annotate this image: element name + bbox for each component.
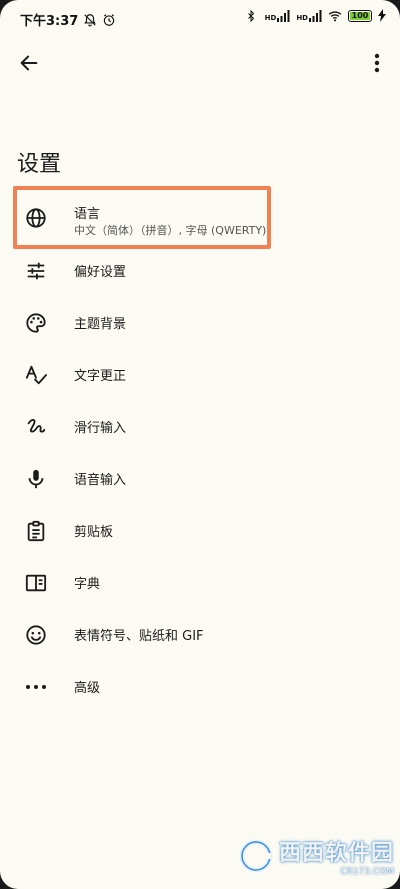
emoji-icon — [24, 623, 48, 647]
alarm-icon — [102, 13, 116, 27]
settings-item-dictionary[interactable]: 字典 — [0, 557, 400, 609]
settings-item-glide-typing[interactable]: 滑行输入 — [0, 401, 400, 453]
back-button[interactable] — [14, 48, 44, 78]
settings-screen: 下午3:37 HD HD 100 设置 语言 中文（简体）（拼音）, 字母 (Q… — [0, 0, 400, 889]
watermark-subtext: CR173.COM — [340, 867, 394, 877]
page-title: 设置 — [17, 152, 62, 177]
clock: 下午3:37 — [20, 14, 79, 29]
settings-item-emoji[interactable]: 表情符号、贴纸和 GIF — [0, 609, 400, 661]
battery-text: 100 — [351, 11, 369, 20]
arrow-back-icon — [20, 55, 38, 71]
watermark-logo-icon — [239, 839, 273, 873]
settings-item-label: 语音输入 — [74, 473, 127, 488]
settings-item-voice-input[interactable]: 语音输入 — [0, 453, 400, 505]
microphone-icon — [24, 467, 48, 491]
settings-item-label: 语言 — [74, 207, 101, 222]
settings-item-advanced[interactable]: 高级 — [0, 661, 400, 713]
settings-item-label: 文字更正 — [74, 369, 127, 384]
settings-item-label: 剪贴板 — [74, 525, 114, 540]
more-options-button[interactable] — [362, 48, 392, 78]
settings-item-preferences[interactable]: 偏好设置 — [0, 245, 400, 297]
book-icon — [24, 571, 48, 595]
charging-icon — [378, 9, 386, 23]
watermark: 西西软件园 CR173.COM — [239, 835, 394, 877]
settings-item-label: 高级 — [74, 681, 101, 696]
wifi-icon — [328, 9, 342, 23]
palette-icon — [24, 311, 48, 335]
settings-item-label: 字典 — [74, 577, 101, 592]
settings-list: 语言 中文（简体）（拼音）, 字母 (QWERTY) 偏好设置 主题背景 文字更… — [0, 192, 400, 713]
status-bar: 下午3:37 HD HD 100 — [0, 0, 400, 36]
gesture-icon — [24, 415, 48, 439]
signal-sim2-icon: HD — [296, 10, 322, 22]
notifications-off-icon — [83, 13, 97, 27]
watermark-text: 西西软件园 — [278, 841, 394, 866]
sim1-label: HD — [264, 14, 277, 22]
settings-item-label: 主题背景 — [74, 317, 127, 332]
more-vertical-icon — [374, 53, 380, 73]
settings-item-theme[interactable]: 主题背景 — [0, 297, 400, 349]
clipboard-icon — [24, 519, 48, 543]
spellcheck-icon — [24, 363, 48, 387]
bluetooth-icon — [245, 9, 259, 23]
settings-item-label: 表情符号、贴纸和 GIF — [74, 629, 204, 644]
settings-item-language[interactable]: 语言 中文（简体）（拼音）, 字母 (QWERTY) — [0, 192, 400, 245]
battery-indicator: 100 — [348, 10, 372, 22]
settings-item-label: 滑行输入 — [74, 421, 127, 436]
sliders-icon — [24, 259, 48, 283]
more-horizontal-icon — [24, 675, 48, 699]
globe-icon — [24, 206, 48, 230]
sim2-label: HD — [296, 14, 308, 22]
settings-item-text-correction[interactable]: 文字更正 — [0, 349, 400, 401]
signal-sim1-icon: HD — [265, 10, 291, 22]
settings-item-label: 偏好设置 — [74, 265, 127, 280]
settings-item-clipboard[interactable]: 剪贴板 — [0, 505, 400, 557]
settings-item-sublabel: 中文（简体）（拼音）, 字母 (QWERTY) — [74, 224, 267, 237]
